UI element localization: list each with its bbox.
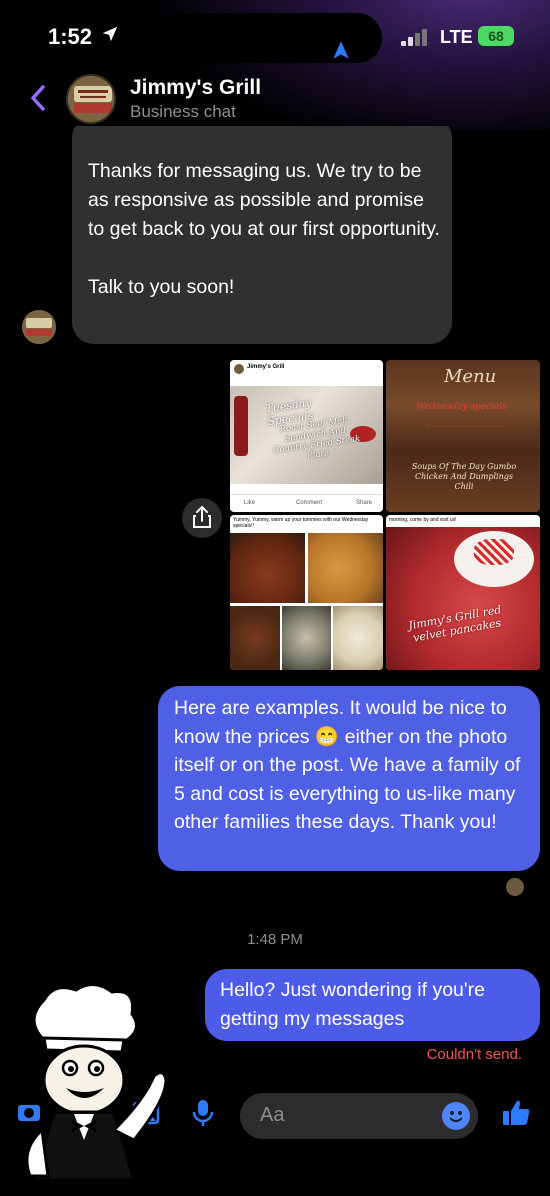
battery-level: 68 bbox=[488, 28, 504, 44]
message-input[interactable]: Aa bbox=[240, 1093, 478, 1139]
signal-icon bbox=[401, 28, 431, 46]
incoming-message-text: Hi Tiffany!! Thanks for messaging us. We… bbox=[88, 160, 440, 298]
share-button[interactable] bbox=[182, 498, 222, 538]
read-receipt-avatar bbox=[506, 878, 524, 896]
outgoing-message[interactable]: Hello? Just wondering if you're getting … bbox=[205, 969, 540, 1041]
share-icon bbox=[193, 505, 211, 528]
share-label: Share bbox=[356, 500, 373, 506]
chat-title[interactable]: Jimmy's Grill bbox=[130, 76, 261, 100]
dynamic-island bbox=[158, 13, 382, 63]
photo-red-velvet-pancakes[interactable]: morning, come by and visit us! Jimmy's G… bbox=[386, 515, 540, 670]
post2-caption: Yummy, Yummy, warm up your tummies with … bbox=[233, 517, 369, 529]
grill-logo-icon bbox=[68, 76, 114, 122]
pancake-caption: Jimmy's Grill red velvet pancakes bbox=[407, 603, 503, 645]
grill-logo-icon bbox=[22, 310, 56, 344]
message-input-placeholder: Aa bbox=[260, 1104, 285, 1126]
menu-specials-blur: ~~~~~~~~~~~~~~~~~ bbox=[426, 422, 506, 431]
send-failed-status[interactable]: Couldn't send. bbox=[427, 1046, 522, 1063]
carrier-label: LTE bbox=[440, 27, 473, 47]
menu-subtitle: Wednesday specials bbox=[416, 402, 507, 412]
incoming-message[interactable]: Hi Tiffany!! Thanks for messaging us. We… bbox=[72, 126, 452, 344]
business-avatar[interactable] bbox=[66, 74, 116, 124]
menu-items: Soups Of The Day Gumbo Chicken And Dumpl… bbox=[411, 462, 517, 491]
chat-header: Jimmy's Grill Business chat bbox=[0, 70, 550, 126]
photo-menu-board[interactable]: Menu Wednesday specials ~~~~~~~~~~~~~~~~… bbox=[386, 360, 540, 512]
message-timestamp: 1:48 PM bbox=[247, 931, 303, 948]
battery-indicator: 68 bbox=[478, 26, 514, 46]
post3-caption: morning, come by and visit us! bbox=[389, 517, 457, 523]
back-chevron-icon[interactable] bbox=[28, 84, 48, 112]
comment-label: Comment bbox=[296, 500, 323, 506]
sender-avatar bbox=[22, 310, 56, 344]
menu-title: Menu bbox=[444, 366, 497, 387]
microphone-icon[interactable] bbox=[191, 1098, 215, 1128]
like-label: Like bbox=[244, 500, 256, 506]
location-arrow-icon bbox=[102, 26, 118, 42]
photo-food-collage[interactable]: Yummy, Yummy, warm up your tummies with … bbox=[230, 515, 383, 670]
photo-tuesday-specials[interactable]: Jimmy's Grill Tuesday Specials Roast Bee… bbox=[230, 360, 383, 512]
chef-mascot-icon bbox=[25, 983, 168, 1180]
post-author: Jimmy's Grill bbox=[247, 364, 285, 370]
navigation-arrow-icon bbox=[333, 41, 349, 59]
thumbs-up-icon[interactable] bbox=[500, 1097, 532, 1129]
outgoing-message[interactable]: Here are examples. It would be nice to k… bbox=[158, 686, 540, 871]
emoji-icon[interactable] bbox=[442, 1102, 470, 1130]
status-bar: 1:52 LTE 68 bbox=[0, 0, 550, 70]
outgoing-message-text: Here are examples. It would be nice to k… bbox=[174, 697, 521, 833]
chat-subtitle: Business chat bbox=[130, 102, 236, 121]
status-time: 1:52 bbox=[48, 24, 93, 49]
outgoing-message-text: Hello? Just wondering if you're getting … bbox=[220, 979, 485, 1030]
photo-grid[interactable]: Jimmy's Grill Tuesday Specials Roast Bee… bbox=[230, 360, 540, 670]
